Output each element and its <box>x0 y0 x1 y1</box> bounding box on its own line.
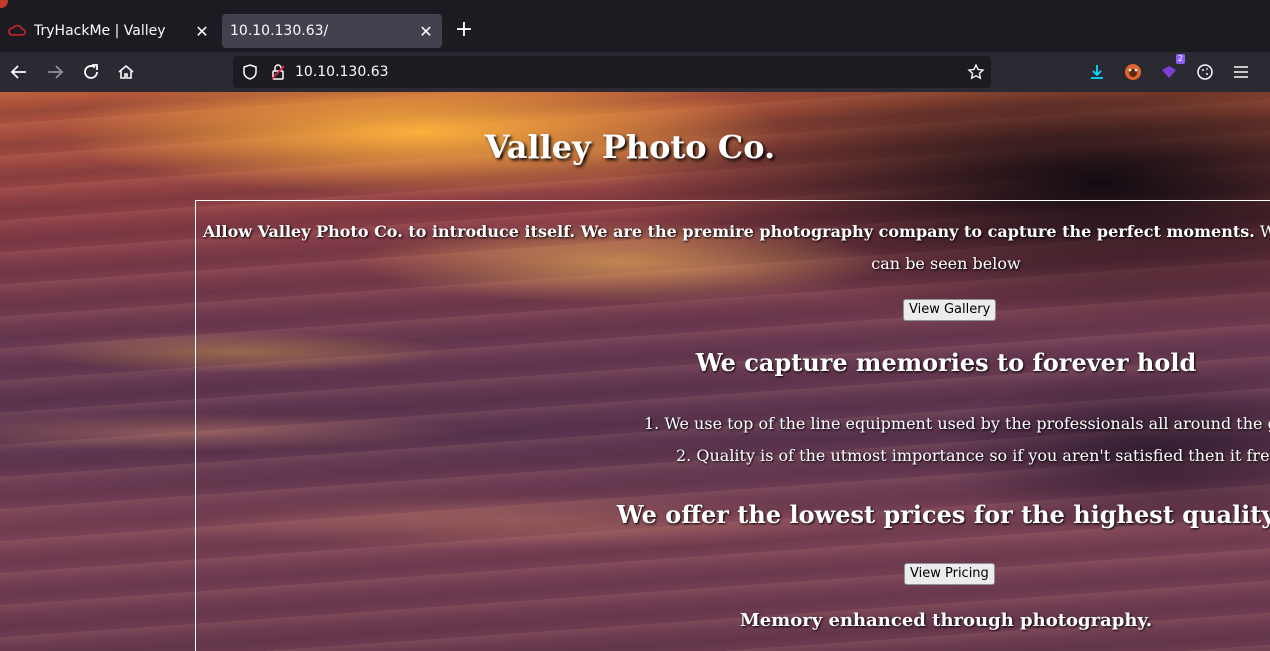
extension-fox-icon[interactable] <box>1121 60 1145 84</box>
downloads-icon[interactable] <box>1085 60 1109 84</box>
back-arrow-icon[interactable] <box>7 60 31 84</box>
intro-bold-text: Allow Valley Photo Co. to introduce itse… <box>203 222 1255 241</box>
tab-strip: TryHackMe | Valley ✕ 10.10.130.63/ ✕ + <box>0 0 1270 52</box>
heading-capture-memories: We capture memories to forever hold <box>695 348 1197 377</box>
forward-arrow-icon[interactable] <box>43 60 67 84</box>
intro-rest-text: We offer a num <box>1259 222 1270 241</box>
tab-tryhackme[interactable]: TryHackMe | Valley ✕ <box>0 12 218 50</box>
hamburger-menu-icon[interactable] <box>1229 60 1253 84</box>
web-page: Valley Photo Co. Allow Valley Photo Co. … <box>0 92 1270 651</box>
insecure-lock-icon[interactable] <box>269 63 287 85</box>
view-gallery-button[interactable]: View Gallery <box>903 299 997 321</box>
tab-title: 10.10.130.63/ <box>230 23 329 39</box>
list-item: 1. We use top of the line equipment used… <box>644 414 1270 433</box>
tagline: Memory enhanced through photography. <box>739 610 1153 631</box>
tab-close-icon[interactable]: ✕ <box>418 22 434 41</box>
view-pricing-button[interactable]: View Pricing <box>904 563 995 585</box>
extension-badge: 2 <box>1175 54 1185 64</box>
tracking-shield-icon[interactable] <box>241 63 259 85</box>
bookmark-star-icon[interactable] <box>967 63 985 85</box>
home-icon[interactable] <box>114 60 138 84</box>
cookie-extension-icon[interactable] <box>1193 60 1217 84</box>
tab-title: TryHackMe | Valley <box>34 23 166 39</box>
intro-text: Allow Valley Photo Co. to introduce itse… <box>203 222 1270 241</box>
tab-close-icon[interactable]: ✕ <box>194 22 210 41</box>
reload-icon[interactable] <box>79 60 103 84</box>
navigation-toolbar: 10.10.130.63 2 <box>0 52 1270 92</box>
new-tab-plus-icon[interactable]: + <box>452 18 476 42</box>
tab-active-site[interactable]: 10.10.130.63/ ✕ <box>222 14 442 48</box>
intro-line-2: can be seen below <box>871 254 1021 273</box>
thm-cloud-icon <box>8 24 26 38</box>
url-text[interactable]: 10.10.130.63 <box>295 56 389 88</box>
url-bar[interactable]: 10.10.130.63 <box>233 56 991 88</box>
heading-lowest-prices: We offer the lowest prices for the highe… <box>616 500 1270 529</box>
page-title: Valley Photo Co. <box>484 128 776 166</box>
window-close-dot[interactable] <box>0 0 8 8</box>
extension-purple-icon[interactable]: 2 <box>1157 54 1185 84</box>
list-item: 2. Quality is of the utmost importance s… <box>676 446 1270 465</box>
